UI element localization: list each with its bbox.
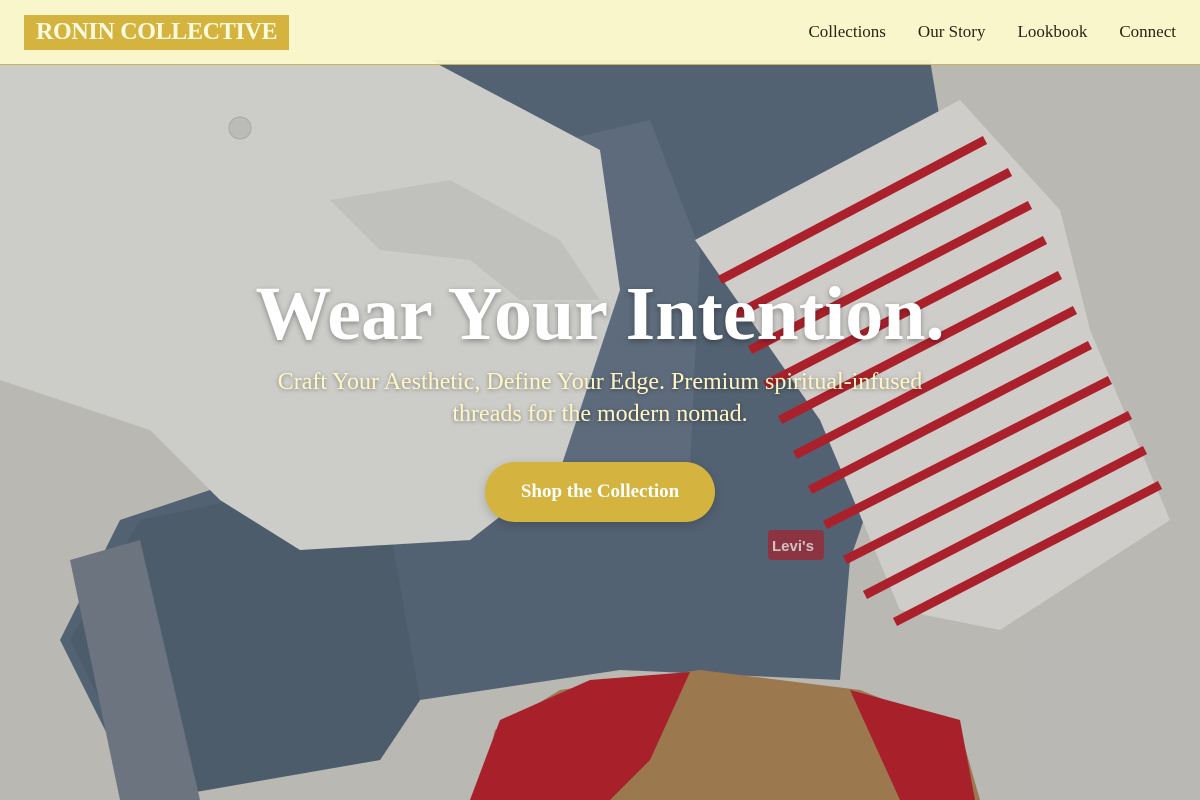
- brand-logo[interactable]: RONIN COLLECTIVE: [24, 14, 290, 50]
- nav-link-connect[interactable]: Connect: [1119, 22, 1176, 42]
- main-nav: Collections Our Story Lookbook Connect: [808, 22, 1176, 42]
- hero-content: Wear Your Intention. Craft Your Aestheti…: [0, 270, 1200, 522]
- nav-link-lookbook[interactable]: Lookbook: [1017, 22, 1087, 42]
- nav-link-our-story[interactable]: Our Story: [918, 22, 986, 42]
- hero-subtitle: Craft Your Aesthetic, Define Your Edge. …: [277, 369, 923, 427]
- shop-collection-button[interactable]: Shop the Collection: [485, 462, 715, 522]
- site-header: RONIN COLLECTIVE Collections Our Story L…: [0, 0, 1200, 65]
- hero-title: Wear Your Intention.: [255, 272, 945, 356]
- nav-link-collections[interactable]: Collections: [808, 22, 885, 42]
